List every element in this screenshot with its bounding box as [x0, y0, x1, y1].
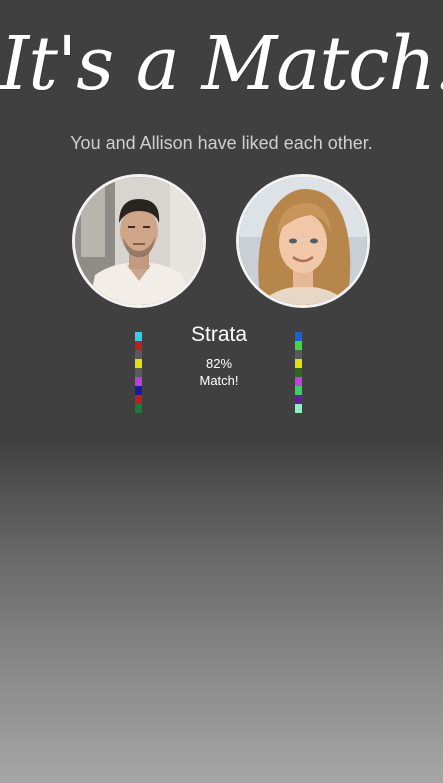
- color-swatch: [295, 368, 302, 377]
- color-swatch: [135, 404, 142, 413]
- color-swatch: [295, 341, 302, 350]
- match-title: It's a Match!: [0, 21, 443, 107]
- color-swatch: [135, 359, 142, 368]
- color-swatch: [135, 350, 142, 359]
- color-swatch: [135, 386, 142, 395]
- match-profile-avatar[interactable]: [236, 174, 370, 308]
- color-swatch: [295, 332, 302, 341]
- color-swatch: [295, 350, 302, 359]
- color-swatch: [295, 386, 302, 395]
- match-label: Match!: [199, 373, 239, 388]
- color-swatch: [135, 332, 142, 341]
- match-subtitle: You and Allison have liked each other.: [70, 133, 373, 153]
- color-swatch: [295, 377, 302, 386]
- left-color-strip: [135, 332, 142, 413]
- color-swatch: [295, 359, 302, 368]
- match-screen: It's a Match! You and Allison have liked…: [0, 0, 443, 783]
- match-category-name: Strata: [190, 323, 248, 346]
- right-color-strip: [295, 332, 302, 413]
- color-swatch: [135, 395, 142, 404]
- color-swatch: [135, 368, 142, 377]
- my-profile-avatar[interactable]: [72, 174, 206, 308]
- color-swatch: [135, 341, 142, 350]
- male-profile-photo: [75, 177, 203, 305]
- color-swatch: [295, 404, 302, 413]
- match-percentage: 82%: [205, 356, 233, 371]
- color-swatch: [135, 377, 142, 386]
- female-profile-photo: [239, 177, 367, 305]
- color-swatch: [295, 395, 302, 404]
